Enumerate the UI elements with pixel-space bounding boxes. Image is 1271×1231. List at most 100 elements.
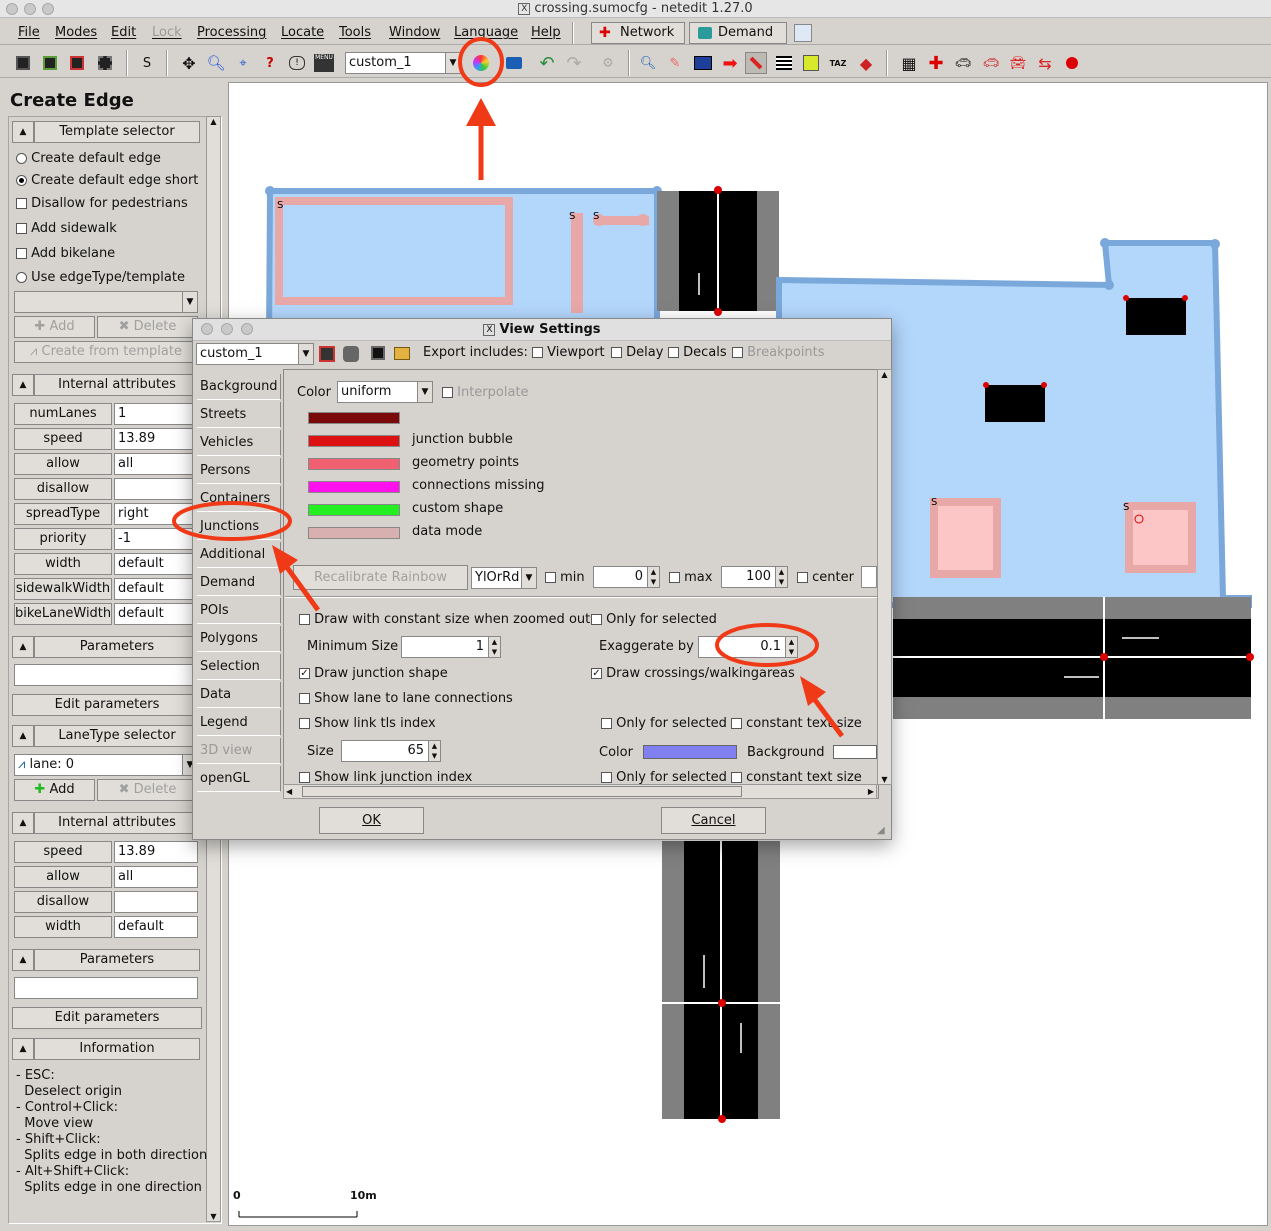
exaggerate-field[interactable]: 0.1 ▲ ▼ xyxy=(698,636,798,658)
menu-help[interactable]: Help xyxy=(531,25,561,40)
collapse-internal-icon[interactable]: ▲ xyxy=(12,374,34,396)
menu-tools[interactable]: Tools xyxy=(339,25,371,40)
export-viewport-checkbox[interactable]: Viewport xyxy=(532,345,605,360)
tooltip-icon[interactable]: ! xyxy=(286,52,308,74)
save-all-icon[interactable] xyxy=(94,52,116,74)
menu-window[interactable]: Window xyxy=(389,25,440,40)
lane-attr-field-width[interactable]: default xyxy=(114,916,198,938)
tab-streets[interactable]: Streets xyxy=(197,402,281,428)
attr-field-speed[interactable]: 13.89 xyxy=(114,428,198,450)
inspect-icon[interactable]: 🔍︎ xyxy=(637,52,659,74)
zoom-icon[interactable]: 🔍︎ xyxy=(205,52,227,74)
center-field[interactable] xyxy=(861,566,877,588)
tab-additional[interactable]: Additional xyxy=(197,542,281,568)
show-link-junction-index-checkbox[interactable]: Show link junction index xyxy=(299,770,472,785)
show-lane-connections-checkbox[interactable]: Show lane to lane connections xyxy=(299,691,513,706)
minimum-size-field[interactable]: 1 ▲ ▼ xyxy=(401,636,501,658)
lane-combo[interactable]: ⩘ lane: 0 ▼ xyxy=(14,754,198,776)
attr-field-disallow[interactable] xyxy=(114,478,198,500)
locate-icon[interactable]: ⌖ xyxy=(232,52,254,74)
tls-color-button[interactable] xyxy=(643,745,737,759)
redo-icon[interactable]: ↷ xyxy=(563,52,585,74)
export-breakpoints-checkbox[interactable]: Breakpoints xyxy=(732,345,825,360)
color-swatch[interactable] xyxy=(308,481,400,493)
collapse-information-icon[interactable]: ▲ xyxy=(12,1038,34,1060)
data-mode-icon[interactable] xyxy=(794,24,812,42)
select-icon[interactable] xyxy=(692,52,714,74)
spinner-icon[interactable]: ▲ ▼ xyxy=(488,637,500,657)
undo-icon[interactable]: ↶ xyxy=(536,52,558,74)
delete-lanetype-button[interactable]: ✖ Delete xyxy=(97,779,198,801)
attr-label-allow[interactable]: allow xyxy=(14,453,112,475)
max-checkbox[interactable]: max xyxy=(669,570,712,585)
option-add-bikelane[interactable]: Add bikelane xyxy=(16,246,115,262)
open-folder-icon[interactable] xyxy=(394,347,410,360)
option-use-edgetype[interactable]: Use edgeType/template xyxy=(16,270,185,286)
lane-attr-field-disallow[interactable] xyxy=(114,891,198,913)
attr-field-width[interactable]: default xyxy=(114,553,198,575)
tab-pois[interactable]: POIs xyxy=(197,598,281,624)
lanes-icon[interactable] xyxy=(773,52,795,74)
scheme-combo[interactable]: custom_1 ▼ xyxy=(345,52,461,74)
delete-template-button[interactable]: ✖ Delete xyxy=(97,316,198,338)
shape-icon[interactable]: ◆ xyxy=(855,52,877,74)
tab-background[interactable]: Background xyxy=(197,374,281,400)
palette-combo[interactable]: YlOrRd ▼ xyxy=(471,567,537,589)
junction-constant-text-checkbox[interactable]: constant text size xyxy=(731,770,862,785)
edgetype-combo[interactable]: ▼ xyxy=(14,291,198,313)
save-additionals-icon[interactable] xyxy=(66,52,88,74)
save-network-icon[interactable] xyxy=(39,52,61,74)
minimize-window-button[interactable] xyxy=(24,3,36,15)
add-template-button[interactable]: ✚ Add xyxy=(14,316,95,338)
road-horizontal-right[interactable] xyxy=(893,597,1254,719)
export-delay-checkbox[interactable]: Delay xyxy=(611,345,663,360)
collapse-lane-parameters-icon[interactable]: ▲ xyxy=(12,949,34,971)
dialog-zoom-button[interactable] xyxy=(241,323,253,335)
stop-icon[interactable] xyxy=(1061,52,1083,74)
taz-icon[interactable]: TAZ xyxy=(827,52,849,74)
collapse-template-icon[interactable]: ▲ xyxy=(12,121,34,143)
draw-constant-size-checkbox[interactable]: Draw with constant size when zoomed out xyxy=(299,612,590,627)
max-field[interactable]: 100 ▲ ▼ xyxy=(721,566,788,588)
delete-icon[interactable]: ✎ xyxy=(664,52,686,74)
lane-edit-parameters-button[interactable]: Edit parameters xyxy=(12,1007,202,1029)
road-vertical-top[interactable] xyxy=(657,186,779,316)
collapse-lanetype-icon[interactable]: ▲ xyxy=(12,725,34,747)
spinner-icon[interactable]: ▲ ▼ xyxy=(775,567,787,587)
help-icon[interactable]: ? xyxy=(259,52,281,74)
export-scheme-icon[interactable] xyxy=(371,346,385,360)
grid-icon[interactable]: ▦ xyxy=(898,52,920,74)
color-swatch[interactable] xyxy=(308,412,400,424)
junction-only-selected-checkbox[interactable]: Only for selected xyxy=(601,770,727,785)
lane-attr-label-allow[interactable]: allow xyxy=(14,866,112,888)
add-lanetype-button[interactable]: ✚ Add xyxy=(14,779,95,801)
create-from-template-button[interactable]: ⩘ Create from template xyxy=(14,341,198,363)
option-disallow-pedestrians[interactable]: Disallow for pedestrians xyxy=(16,196,188,212)
scroll-down-icon[interactable]: ▼ xyxy=(207,1212,220,1221)
zoom-window-button[interactable] xyxy=(42,3,54,15)
option-add-sidewalk[interactable]: Add sidewalk xyxy=(16,221,117,237)
tab-vehicles[interactable]: Vehicles xyxy=(197,430,281,456)
dialog-hscrollbar[interactable]: ◀ ▶ xyxy=(283,784,877,799)
menu-file[interactable]: File xyxy=(18,25,40,40)
recenter-icon[interactable]: ✥ xyxy=(178,52,200,74)
delete-scheme-icon[interactable] xyxy=(343,346,359,362)
lane-parameters-field[interactable] xyxy=(14,977,198,999)
color-swatch[interactable] xyxy=(308,435,400,447)
option-default-edge[interactable]: Create default edge xyxy=(16,151,161,167)
tab-data[interactable]: Data xyxy=(197,682,281,708)
recalibrate-rainbow-button[interactable]: Recalibrate Rainbow xyxy=(293,565,468,590)
spinner-icon[interactable]: ▲ ▼ xyxy=(647,567,659,587)
dialog-close-button[interactable] xyxy=(201,323,213,335)
resize-grip-icon[interactable]: ◢ xyxy=(877,825,885,836)
color-swatch[interactable] xyxy=(308,527,400,539)
scroll-up-icon[interactable]: ▲ xyxy=(878,370,891,379)
show-link-tls-index-checkbox[interactable]: Show link tls index xyxy=(299,716,436,731)
save-scheme-icon[interactable] xyxy=(319,346,335,362)
attr-field-allow[interactable]: all xyxy=(114,453,198,475)
scroll-down-icon[interactable]: ▼ xyxy=(878,775,891,784)
cancel-button[interactable]: Cancel xyxy=(661,807,766,834)
spinner-icon[interactable]: ▲ ▼ xyxy=(785,637,797,657)
tls-background-button[interactable] xyxy=(833,745,877,759)
spinner-icon[interactable]: ▲ ▼ xyxy=(428,741,440,761)
